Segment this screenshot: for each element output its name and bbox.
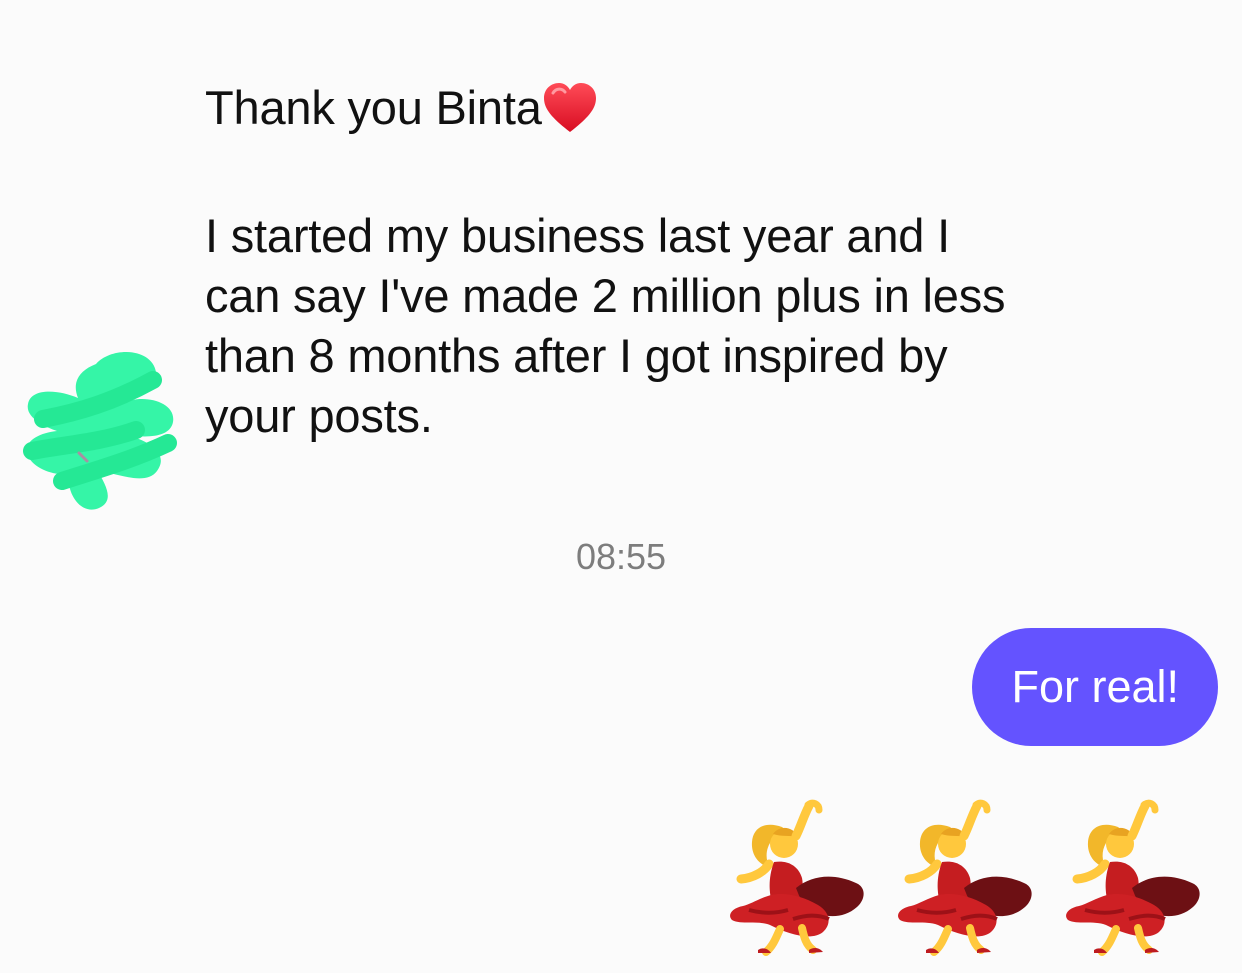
message-body-line: I started my business last year and I — [205, 209, 950, 262]
message-body-line: can say I've made 2 million plus in less — [205, 269, 1006, 322]
red-heart-icon — [542, 81, 598, 137]
dancing-woman-icon — [1066, 799, 1200, 956]
outgoing-emoji-message[interactable] — [718, 796, 1204, 956]
dancing-woman-icon — [898, 799, 1032, 956]
incoming-message: Thank you Binta I started my business la… — [205, 78, 1075, 446]
message-paragraph-gap — [205, 138, 1075, 206]
message-greeting-text: Thank you Binta — [205, 81, 542, 134]
dancing-woman-icon — [730, 799, 864, 956]
redacted-avatar-mark — [14, 342, 196, 518]
outgoing-message-text: For real! — [1011, 661, 1179, 712]
outgoing-message-bubble[interactable]: For real! — [972, 628, 1218, 746]
message-body-line: your posts. — [205, 389, 433, 442]
message-greeting-line: Thank you Binta — [205, 78, 1075, 138]
message-body-line: than 8 months after I got inspired by — [205, 329, 948, 382]
chat-thread: Thank you Binta I started my business la… — [0, 0, 1242, 973]
message-timestamp: 08:55 — [575, 536, 667, 577]
